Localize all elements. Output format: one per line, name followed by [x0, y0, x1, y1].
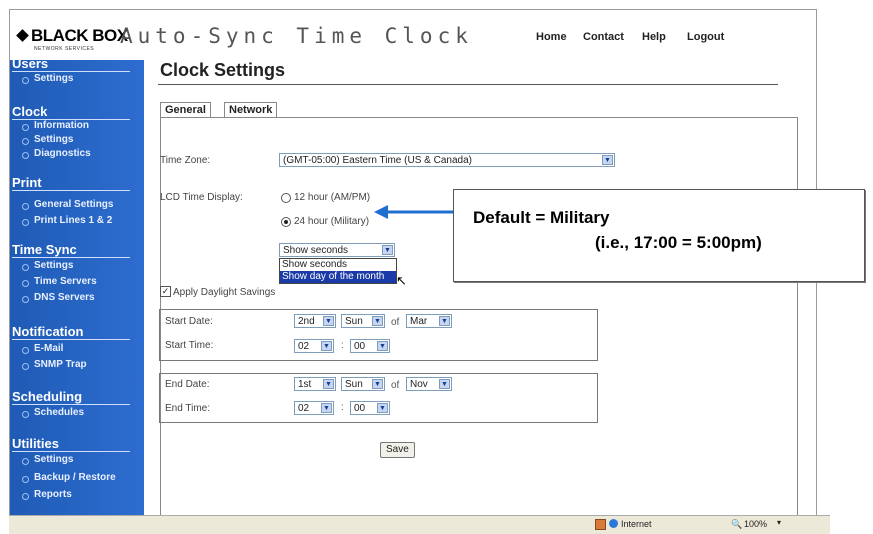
annotation-callout: Default = Military (i.e., 17:00 = 5:00pm… — [453, 189, 865, 282]
arrow-head-icon — [374, 205, 388, 219]
callout-line-1: Default = Military — [473, 208, 610, 227]
callout-line-2: (i.e., 17:00 = 5:00pm) — [595, 233, 762, 252]
